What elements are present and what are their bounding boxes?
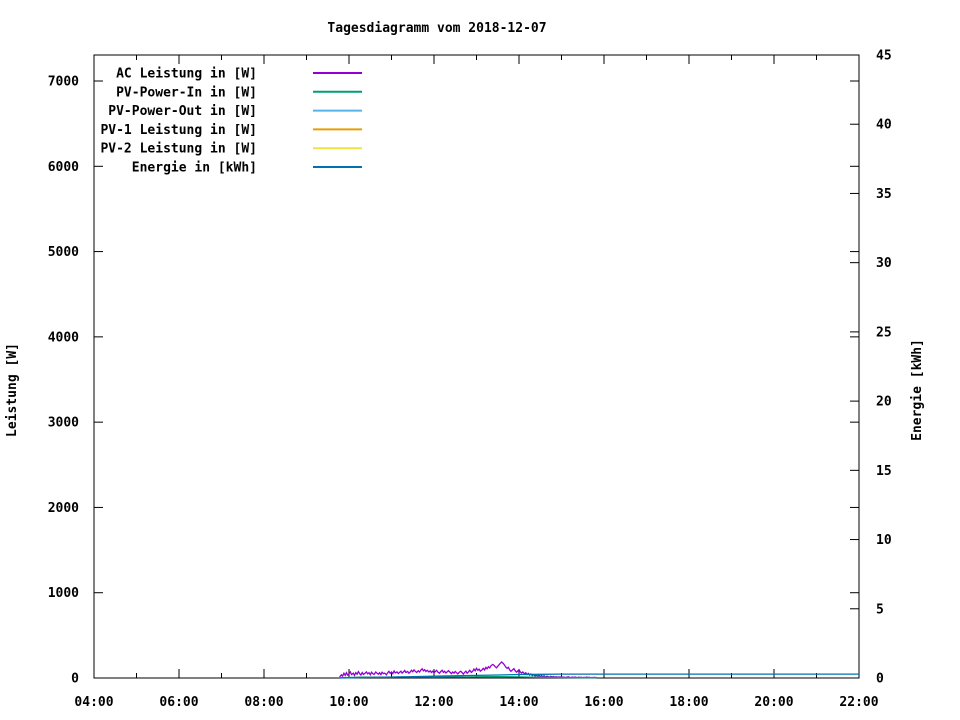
tagesdiagramm-chart: Tagesdiagramm vom 2018-12-07 04:00 06:00 08…: [5, 21, 925, 710]
x-tick-label: 18:00: [669, 695, 708, 710]
y2-tick-label: 20: [876, 395, 892, 410]
x-tick-label: 22:00: [839, 695, 878, 710]
y1-tick-label: 6000: [48, 160, 79, 175]
y1-tick-label: 1000: [48, 586, 79, 601]
y2-tick-label: 0: [876, 672, 884, 687]
legend-label-pv-power-in-in-w: PV-Power-In in [W]: [116, 85, 257, 100]
x-tick-label: 16:00: [584, 695, 623, 710]
y1-tick-label: 4000: [48, 330, 79, 345]
y2-tick-label: 25: [876, 325, 892, 340]
y1-tick-label: 7000: [48, 75, 79, 90]
y1-tick-label: 0: [71, 672, 79, 687]
y2-tick-label: 10: [876, 533, 892, 548]
y2-tick-label: 30: [876, 256, 892, 271]
y2-tick-label: 15: [876, 464, 892, 479]
y1-tick-label: 3000: [48, 416, 79, 431]
y2-tick-label: 35: [876, 187, 892, 202]
y-axis-right-ticks: 0 5 10 15 20 25 30 35 40 45: [850, 49, 892, 687]
x-tick-label: 14:00: [499, 695, 538, 710]
y-axis-right-label: Energie [kWh]: [910, 339, 925, 441]
y1-tick-label: 5000: [48, 245, 79, 260]
y2-tick-label: 45: [876, 49, 892, 64]
legend-label-pv-2-leistung-in-w: PV-2 Leistung in [W]: [100, 142, 257, 157]
y2-tick-label: 40: [876, 118, 892, 133]
y2-tick-label: 5: [876, 602, 884, 617]
y1-tick-label: 2000: [48, 501, 79, 516]
x-tick-label: 08:00: [244, 695, 283, 710]
legend-label-pv-1-leistung-in-w: PV-1 Leistung in [W]: [100, 123, 257, 138]
x-tick-label: 20:00: [754, 695, 793, 710]
chart-title: Tagesdiagramm vom 2018-12-07: [327, 21, 546, 36]
legend-label-energie-in-kwh: Energie in [kWh]: [132, 161, 257, 176]
x-tick-label: 04:00: [74, 695, 113, 710]
legend-label-ac-leistung-in-w: AC Leistung in [W]: [116, 67, 257, 82]
x-tick-label: 06:00: [159, 695, 198, 710]
legend-label-pv-power-out-in-w: PV-Power-Out in [W]: [108, 104, 257, 119]
x-tick-label: 10:00: [329, 695, 368, 710]
legend: AC Leistung in [W] PV-Power-In in [W] PV-P…: [100, 67, 362, 176]
x-tick-label: 12:00: [414, 695, 453, 710]
chart-page: Tagesdiagramm vom 2018-12-07 04:00 06:00 08…: [0, 0, 960, 720]
y-axis-left-label: Leistung [W]: [5, 343, 20, 437]
